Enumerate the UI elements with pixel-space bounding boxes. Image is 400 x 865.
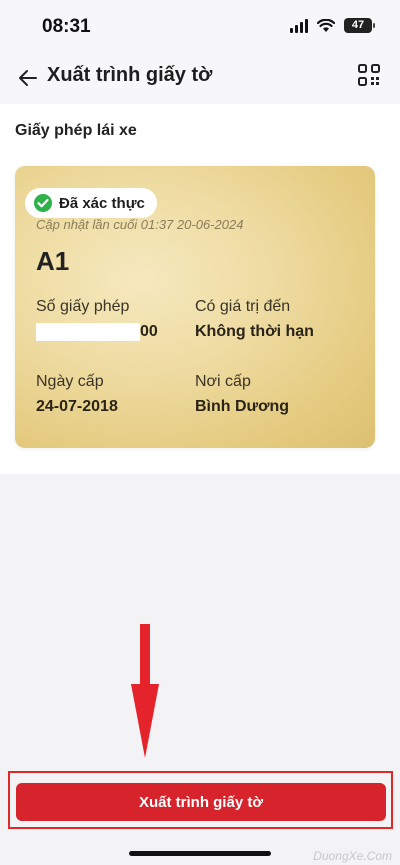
driver-license-card[interactable]: Đã xác thực Cập nhật lần cuối 01:37 20-0… (15, 166, 375, 448)
app-header: Xuất trình giấy tờ (0, 52, 400, 104)
wifi-icon (317, 18, 335, 32)
verified-status: Đã xác thực (59, 194, 145, 212)
battery-icon: 47 (344, 18, 375, 33)
qr-scan-button[interactable] (356, 62, 382, 88)
issue-date-value: 24-07-2018 (36, 398, 118, 415)
issue-place-value: Bình Dương (195, 398, 290, 415)
masked-license-number (36, 323, 140, 341)
back-button[interactable] (14, 64, 42, 92)
watermark: DuongXe.Com (313, 849, 392, 863)
issue-date-label: Ngày cấp (36, 373, 104, 390)
content-panel: Giấy phép lái xe Đã xác thực Cập nhật lầ… (0, 104, 400, 474)
cellular-signal-icon (290, 18, 308, 33)
back-arrow-icon (19, 70, 37, 86)
check-circle-icon (34, 194, 52, 212)
license-number-label: Số giấy phép (36, 298, 130, 315)
license-number-suffix: 00 (140, 323, 158, 340)
verified-badge: Đã xác thực (25, 188, 157, 218)
home-indicator[interactable] (129, 851, 271, 856)
valid-until-value: Không thời hạn (195, 323, 314, 340)
license-class: A1 (36, 246, 70, 276)
page-title: Xuất trình giấy tờ (47, 64, 213, 86)
present-document-button[interactable]: Xuất trình giấy tờ (16, 783, 386, 821)
down-arrow-annotation-icon (131, 624, 159, 758)
last-updated: Cập nhật lần cuối 01:37 20-06-2024 (36, 217, 244, 232)
valid-until-label: Có giá trị đến (195, 298, 291, 315)
issue-place-label: Nơi cấp (195, 373, 251, 390)
section-title: Giấy phép lái xe (15, 122, 137, 139)
status-time: 08:31 (42, 16, 91, 37)
qr-scan-icon (358, 64, 380, 86)
status-icons: 47 (290, 18, 375, 33)
status-bar: 08:31 47 (0, 0, 400, 52)
action-highlight-box: Xuất trình giấy tờ (8, 771, 393, 829)
